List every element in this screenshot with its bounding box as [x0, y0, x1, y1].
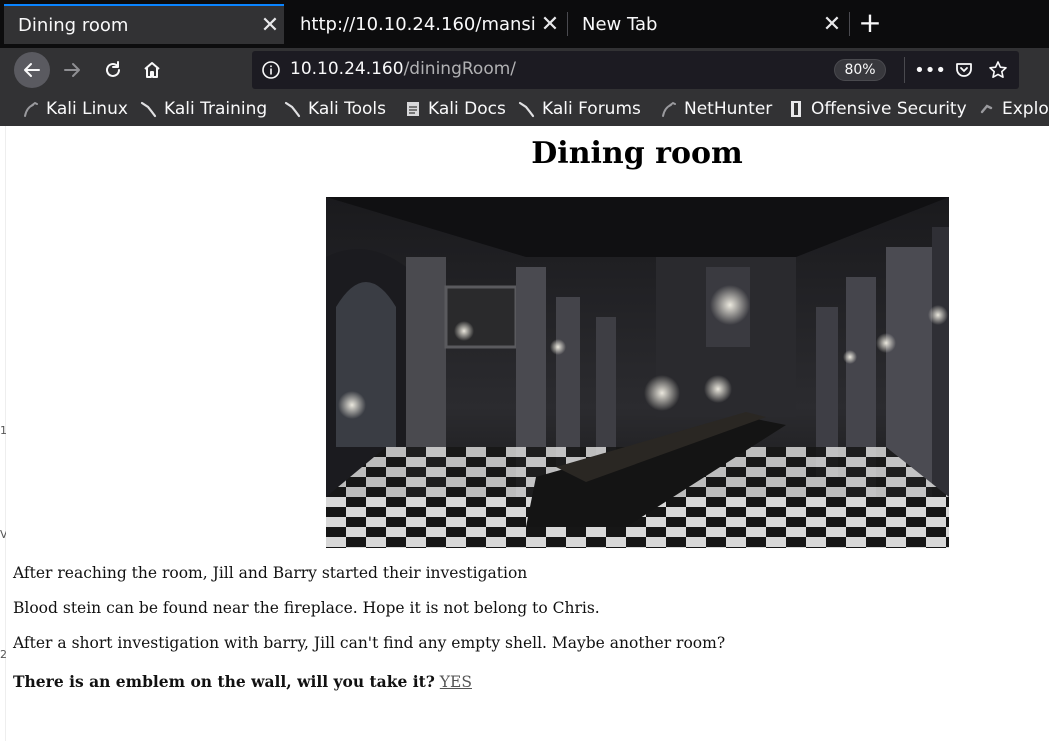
url-text[interactable]: 10.10.24.160/diningRoom/	[290, 59, 516, 79]
bookmark-exploit-db[interactable]: Exploi	[978, 92, 1049, 126]
kali-dragon-icon	[140, 100, 158, 118]
bookmark-kali-tools[interactable]: Kali Tools	[284, 92, 386, 126]
emblem-question-text: There is an emblem on the wall, will you…	[13, 672, 435, 691]
page-actions-menu-icon[interactable]: •••	[914, 58, 946, 82]
bookmark-label: Kali Training	[164, 99, 268, 119]
bookmark-offensive-security[interactable]: Offensive Security	[787, 92, 967, 126]
nethunter-icon	[660, 100, 678, 118]
bookmarks-toolbar: Kali Linux Kali Training Kali Tools Kali…	[0, 92, 1049, 126]
url-path: /diningRoom/	[403, 59, 517, 79]
address-bar[interactable]: 10.10.24.160/diningRoom/ 80% •••	[252, 51, 1019, 89]
forward-arrow-icon[interactable]	[56, 54, 88, 86]
bookmark-kali-training[interactable]: Kali Training	[140, 92, 267, 126]
page-title: Dining room	[531, 136, 743, 171]
emblem-question: There is an emblem on the wall, will you…	[13, 672, 472, 691]
zoom-level-badge[interactable]: 80%	[834, 59, 886, 81]
pocket-icon[interactable]	[952, 58, 976, 82]
offsec-icon	[787, 100, 805, 118]
bookmark-label: Exploi	[1002, 99, 1049, 119]
close-tab-icon[interactable]: ✕	[818, 10, 846, 38]
back-arrow-icon[interactable]	[14, 52, 50, 88]
reload-icon[interactable]	[97, 54, 129, 86]
paragraph-intro: After reaching the room, Jill and Barry …	[13, 564, 528, 582]
home-icon[interactable]	[136, 54, 168, 86]
close-tab-icon[interactable]: ✕	[536, 10, 564, 38]
bookmark-label: Kali Linux	[46, 99, 128, 119]
bookmark-label: Offensive Security	[811, 99, 967, 119]
tab-dining-room[interactable]: Dining room ✕	[4, 4, 284, 44]
tab-strip: Dining room ✕ http://10.10.24.160/mansio…	[0, 0, 1049, 48]
kali-dragon-icon	[22, 100, 40, 118]
bookmark-label: Kali Docs	[428, 99, 506, 119]
tab-title: New Tab	[582, 13, 658, 35]
bookmark-label: Kali Tools	[308, 99, 386, 119]
exploit-db-icon	[978, 100, 996, 118]
bookmark-kali-linux[interactable]: Kali Linux	[22, 92, 128, 126]
kali-docs-icon	[404, 100, 422, 118]
yes-link[interactable]: YES	[440, 673, 472, 691]
tab-title: Dining room	[18, 14, 129, 36]
info-icon[interactable]	[260, 59, 282, 81]
urlbar-separator	[904, 57, 905, 83]
bookmark-kali-forums[interactable]: Kali Forums	[518, 92, 641, 126]
tab-new-tab[interactable]: New Tab ✕	[568, 4, 846, 44]
bookmark-star-icon[interactable]	[986, 58, 1010, 82]
tab-separator	[849, 12, 850, 36]
tab-mansion[interactable]: http://10.10.24.160/mansion ✕	[286, 4, 564, 44]
paragraph-shell: After a short investigation with barry, …	[13, 634, 726, 652]
url-host: 10.10.24.160	[290, 59, 404, 79]
dining-room-picture	[326, 197, 949, 548]
dining-room-image	[326, 197, 949, 548]
bookmark-nethunter[interactable]: NetHunter	[660, 92, 772, 126]
new-tab-plus-icon[interactable]: +	[856, 9, 884, 38]
navigation-toolbar: 10.10.24.160/diningRoom/ 80% •••	[0, 48, 1049, 92]
close-tab-icon[interactable]: ✕	[256, 11, 284, 39]
kali-dragon-icon	[518, 100, 536, 118]
bookmark-label: Kali Forums	[542, 99, 641, 119]
page-viewport: Dining room After reaching the room, Jil…	[6, 126, 1049, 741]
bookmark-kali-docs[interactable]: Kali Docs	[404, 92, 506, 126]
tab-title: http://10.10.24.160/mansion	[300, 13, 536, 35]
paragraph-blood: Blood stein can be found near the firepl…	[13, 599, 600, 617]
kali-dragon-icon	[284, 100, 302, 118]
bookmark-label: NetHunter	[684, 99, 773, 119]
